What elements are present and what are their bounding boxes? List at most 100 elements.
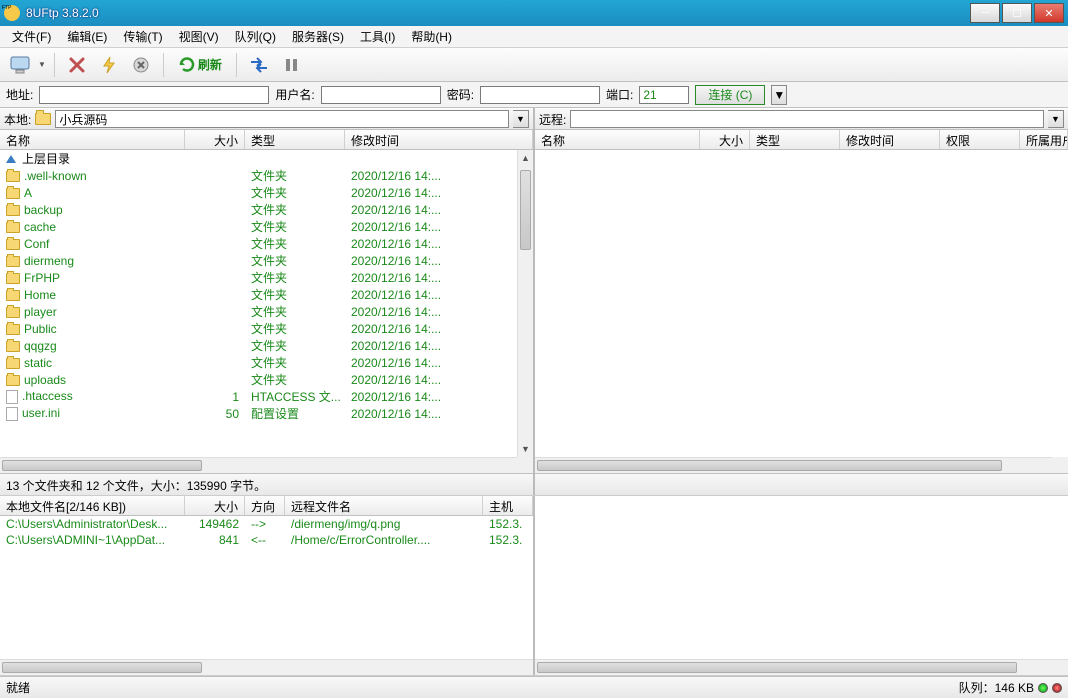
qcol-remote[interactable]: 远程文件名 [285,496,483,515]
list-item[interactable]: Public文件夹2020/12/16 14:... [0,320,517,337]
connect-history-dropdown[interactable]: ▼ [771,85,787,105]
qcol-local[interactable]: 本地文件名[2/146 KB]) [0,496,185,515]
list-item[interactable]: .htaccess1HTACCESS 文...2020/12/16 14:... [0,388,517,405]
local-pane: 本地: 小兵源码 ▼ 名称 大小 类型 修改时间 上层目录.well-known… [0,108,534,495]
folder-icon [6,273,20,284]
file-icon [6,390,18,404]
refresh-icon [178,56,196,74]
folder-icon [6,188,20,199]
local-path-dropdown[interactable]: ▼ [513,110,529,128]
connect-button[interactable]: 连接 (C) [695,85,765,105]
up-arrow-icon [6,155,16,163]
port-input[interactable] [639,86,689,104]
col-perm[interactable]: 权限 [940,130,1020,149]
minimize-button[interactable]: ─ [970,3,1000,23]
cancel-button[interactable] [127,52,155,78]
cancel-icon [132,56,150,74]
col-type[interactable]: 类型 [750,130,840,149]
remote-path-input[interactable] [570,110,1044,128]
menu-file[interactable]: 文件(F) [4,26,59,47]
menu-tools[interactable]: 工具(I) [352,26,403,47]
queue-panel: 本地文件名[2/146 KB]) 大小 方向 远程文件名 主机 C:\Users… [0,496,1068,676]
qcol-dir[interactable]: 方向 [245,496,285,515]
x-icon [68,56,86,74]
disconnect-button[interactable] [63,52,91,78]
col-type[interactable]: 类型 [245,130,345,149]
user-input[interactable] [321,86,441,104]
folder-icon [6,171,20,182]
col-name[interactable]: 名称 [535,130,700,149]
local-hscroll[interactable] [0,457,517,473]
queue-hscroll[interactable] [0,659,533,675]
quickconnect-button[interactable] [95,52,123,78]
log-hscroll[interactable] [535,659,1068,675]
transfer-mode-button[interactable] [245,52,273,78]
led-red-icon [1052,683,1062,693]
file-icon [6,407,18,421]
queue-header: 本地文件名[2/146 KB]) 大小 方向 远程文件名 主机 [0,496,533,516]
list-item[interactable]: diermeng文件夹2020/12/16 14:... [0,252,517,269]
pause-icon [283,57,299,73]
list-item[interactable]: Conf文件夹2020/12/16 14:... [0,235,517,252]
remote-path-dropdown[interactable]: ▼ [1048,110,1064,128]
menu-edit[interactable]: 编辑(E) [59,26,115,47]
local-label: 本地: [4,111,31,128]
local-list-header: 名称 大小 类型 修改时间 [0,130,533,150]
queue-item[interactable]: C:\Users\ADMINI~1\AppDat...841<--/Home/c… [0,532,533,548]
col-mtime[interactable]: 修改时间 [345,130,533,149]
menu-view[interactable]: 视图(V) [171,26,227,47]
qcol-size[interactable]: 大小 [185,496,245,515]
list-item[interactable]: static文件夹2020/12/16 14:... [0,354,517,371]
list-item[interactable]: cache文件夹2020/12/16 14:... [0,218,517,235]
menu-server[interactable]: 服务器(S) [284,26,352,47]
queue-left: 本地文件名[2/146 KB]) 大小 方向 远程文件名 主机 C:\Users… [0,496,534,675]
app-icon [4,5,20,21]
list-item[interactable]: user.ini50配置设置2020/12/16 14:... [0,405,517,422]
addr-input[interactable] [39,86,269,104]
connection-bar: 地址: 用户名: 密码: 端口: 连接 (C) ▼ [0,82,1068,108]
monitor-icon [10,56,30,74]
queue-body: C:\Users\Administrator\Desk...149462-->/… [0,516,533,675]
pause-button[interactable] [277,52,305,78]
sitemanager-button[interactable] [6,52,34,78]
list-item[interactable]: .well-known文件夹2020/12/16 14:... [0,167,517,184]
list-item[interactable]: backup文件夹2020/12/16 14:... [0,201,517,218]
col-size[interactable]: 大小 [185,130,245,149]
qcol-host[interactable]: 主机 [483,496,533,515]
list-item[interactable]: qqgzg文件夹2020/12/16 14:... [0,337,517,354]
remote-label: 远程: [539,111,566,128]
transfer-icon [249,56,269,74]
titlebar: 8UFtp 3.8.2.0 ─ ☐ ✕ [0,0,1068,26]
addr-label: 地址: [6,86,33,103]
pass-input[interactable] [480,86,600,104]
local-path-input[interactable]: 小兵源码 [55,110,509,128]
led-green-icon [1038,683,1048,693]
col-size[interactable]: 大小 [700,130,750,149]
list-item[interactable]: FrPHP文件夹2020/12/16 14:... [0,269,517,286]
menu-help[interactable]: 帮助(H) [403,26,460,47]
queue-item[interactable]: C:\Users\Administrator\Desk...149462-->/… [0,516,533,532]
toolbar: ▼ 刷新 [0,48,1068,82]
col-name[interactable]: 名称 [0,130,185,149]
local-pathbar: 本地: 小兵源码 ▼ [0,108,533,130]
menu-queue[interactable]: 队列(Q) [227,26,284,47]
list-item[interactable]: uploads文件夹2020/12/16 14:... [0,371,517,388]
parent-dir-row[interactable]: 上层目录 [0,150,517,167]
folder-icon [6,341,20,352]
col-mtime[interactable]: 修改时间 [840,130,940,149]
remote-hscroll[interactable] [535,457,1052,473]
window-title: 8UFtp 3.8.2.0 [26,6,968,20]
refresh-button[interactable]: 刷新 [172,52,228,78]
maximize-button[interactable]: ☐ [1002,3,1032,23]
close-button[interactable]: ✕ [1034,3,1064,23]
list-item[interactable]: Home文件夹2020/12/16 14:... [0,286,517,303]
menu-transfer[interactable]: 传输(T) [115,26,170,47]
local-vscroll[interactable]: ▲▼ [517,150,533,457]
list-item[interactable]: player文件夹2020/12/16 14:... [0,303,517,320]
col-owner[interactable]: 所属用户 [1020,130,1068,149]
folder-icon [6,239,20,250]
remote-pane: 远程: ▼ 名称 大小 类型 修改时间 权限 所属用户 [534,108,1068,495]
local-list-body: 上层目录.well-known文件夹2020/12/16 14:...A文件夹2… [0,150,533,473]
list-item[interactable]: A文件夹2020/12/16 14:... [0,184,517,201]
statusbar: 就绪 队列：146 KB [0,676,1068,698]
